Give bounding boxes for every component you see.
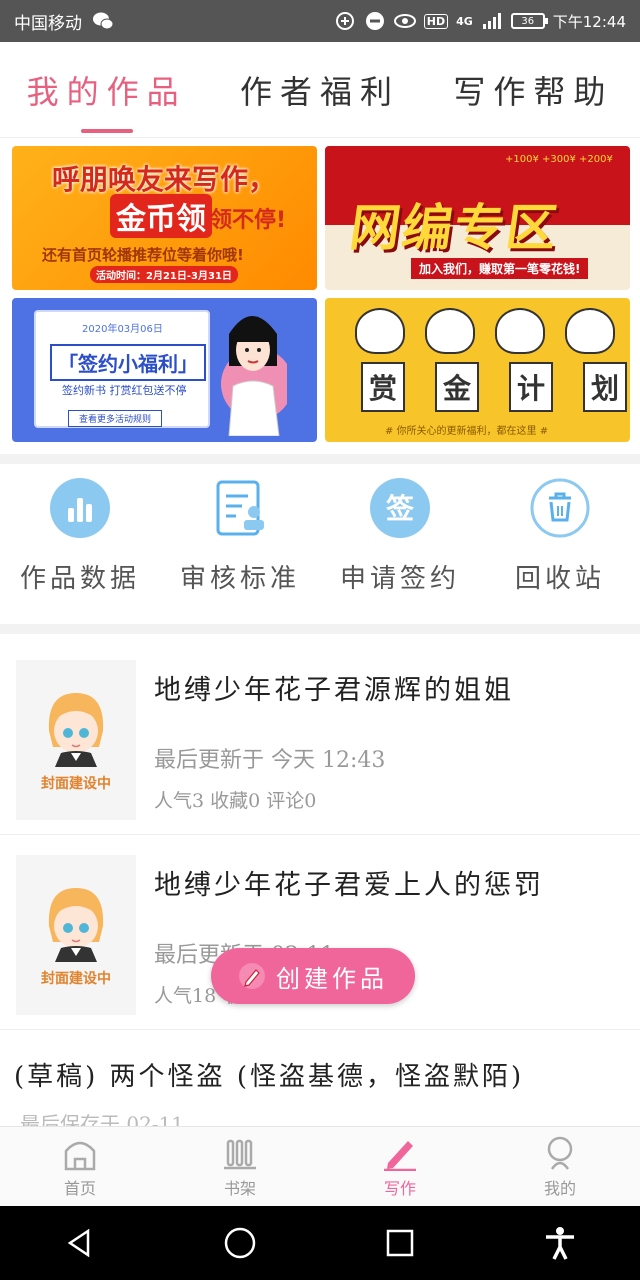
reward-char: 赏 xyxy=(361,362,405,412)
home-icon xyxy=(64,1141,96,1170)
sign-title: 「签约小福利」 xyxy=(50,344,206,381)
profile-icon xyxy=(547,1136,573,1170)
bar-chart-icon xyxy=(50,478,110,538)
nav-home[interactable]: 首页 xyxy=(0,1127,160,1206)
quick-work-data[interactable]: 作品数据 xyxy=(0,464,160,624)
network-label: 4G xyxy=(456,14,473,28)
reward-char: 划 xyxy=(583,362,627,412)
nav-label: 首页 xyxy=(63,1178,96,1198)
cat-icon xyxy=(355,308,405,354)
banner-invite-friends[interactable]: 呼朋唤友来写作， 金币领 领不停! 还有首页轮播推荐位等着你哦! 活动时间：2月… xyxy=(12,146,317,290)
do-not-disturb-icon xyxy=(364,10,386,32)
sign-sub: 签约新书 打赏红包送不停 xyxy=(62,384,187,397)
home-button[interactable] xyxy=(160,1226,320,1260)
work-cover: 封面建设中 xyxy=(16,855,136,1015)
sign-date: 2020年03月06日 xyxy=(82,324,163,335)
invite-time: 活动时间：2月21日-3月31日 xyxy=(90,266,238,283)
editor-marks: +100¥ +300¥ +200¥ xyxy=(505,154,613,165)
sign-more-link: 查看更多活动规则 xyxy=(68,410,163,427)
tab-author-benefits[interactable]: 作者福利 xyxy=(213,42,426,137)
svg-text:签: 签 xyxy=(386,492,414,525)
cat-icon xyxy=(425,308,475,354)
banner-sign-benefit[interactable]: 2020年03月06日 「签约小福利」 签约新书 打赏红包送不停 查看更多活动规… xyxy=(12,298,317,442)
back-triangle-icon xyxy=(67,1228,90,1258)
draft-title[interactable]: (草稿) 两个怪盗 (怪盗基德，怪盗默陌) xyxy=(14,1056,524,1093)
work-title: 地缚少年花子君爱上人的惩罚 xyxy=(154,870,544,901)
pencil-icon xyxy=(239,963,265,989)
create-work-button[interactable]: 创建作品 xyxy=(211,948,415,1004)
status-bar: 中国移动 HD 4G 36 下午12:44 xyxy=(0,0,640,42)
divider xyxy=(0,454,640,464)
reward-char: 金 xyxy=(435,362,479,412)
reward-char: 计 xyxy=(509,362,553,412)
banner-reward-plan[interactable]: 赏 金 计 划 # 你所关心的更新福利，都在这里 # xyxy=(325,298,630,442)
bookshelf-icon xyxy=(224,1139,256,1169)
wechat-icon xyxy=(92,10,114,32)
accessibility-button[interactable] xyxy=(480,1226,640,1260)
audit-document-icon xyxy=(210,478,270,538)
carrier-label: 中国移动 xyxy=(14,13,82,34)
cat-illustrations xyxy=(355,308,615,354)
reward-title: 赏 金 计 划 xyxy=(361,362,627,412)
nav-write[interactable]: 写作 xyxy=(320,1127,480,1206)
work-title: 地缚少年花子君源辉的姐姐 xyxy=(154,675,514,706)
invite-headline: 呼朋唤友来写作， xyxy=(52,163,277,196)
cover-caption: 封面建设中 xyxy=(41,971,111,987)
system-nav-bar xyxy=(0,1206,640,1280)
cat-icon xyxy=(565,308,615,354)
nav-label: 书架 xyxy=(223,1178,256,1198)
battery-icon: 36 xyxy=(510,13,548,29)
promo-banners: 呼朋唤友来写作， 金币领 领不停! 还有首页轮播推荐位等着你哦! 活动时间：2月… xyxy=(12,146,630,442)
editor-sub: 加入我们，赚取第一笔零花钱! xyxy=(411,258,589,279)
work-cover: 封面建设中 xyxy=(16,660,136,820)
editor-title: 网编专区 xyxy=(346,199,563,257)
invite-sub: 还有首页轮播推荐位等着你哦! xyxy=(42,246,244,264)
cat-icon xyxy=(495,308,545,354)
signal-icon xyxy=(481,10,503,32)
nav-label: 写作 xyxy=(383,1178,416,1198)
clock: 下午12:44 xyxy=(552,12,626,31)
sign-badge-icon: 签 xyxy=(370,478,430,538)
bottom-nav: 首页 书架 写作 我的 xyxy=(0,1126,640,1206)
create-work-label: 创建作品 xyxy=(276,964,388,993)
home-circle-icon xyxy=(224,1227,256,1259)
cover-caption: 封面建设中 xyxy=(41,776,111,792)
tab-my-works[interactable]: 我的作品 xyxy=(0,42,213,137)
trash-icon xyxy=(530,478,590,538)
eye-comfort-icon xyxy=(393,10,416,32)
back-button[interactable] xyxy=(0,1227,160,1259)
accessibility-icon xyxy=(546,1227,574,1260)
hd-badge: HD xyxy=(423,13,449,29)
invite-coin-suffix: 领不停! xyxy=(210,208,287,233)
anime-avatar-icon xyxy=(48,888,104,962)
add-circle-icon xyxy=(334,10,356,32)
recents-button[interactable] xyxy=(320,1228,480,1258)
quick-label: 审核标准 xyxy=(179,564,300,594)
quick-actions: 作品数据 审核标准 签 申请签约 回收站 xyxy=(0,464,640,624)
quick-recycle-bin[interactable]: 回收站 xyxy=(480,464,640,624)
work-stats: 人气3 收藏0 评论0 xyxy=(154,790,317,812)
quick-audit-standard[interactable]: 审核标准 xyxy=(160,464,320,624)
quick-label: 回收站 xyxy=(514,564,605,594)
anime-avatar-icon xyxy=(48,693,104,767)
quick-apply-sign[interactable]: 签 申请签约 xyxy=(320,464,480,624)
reward-foot: # 你所关心的更新福利，都在这里 # xyxy=(385,426,549,437)
nav-label: 我的 xyxy=(543,1178,576,1198)
divider xyxy=(0,624,640,634)
top-tabs: 我的作品 作者福利 写作帮助 xyxy=(0,42,640,138)
quick-label: 申请签约 xyxy=(339,564,460,594)
quick-label: 作品数据 xyxy=(19,564,140,594)
banner-editor-zone[interactable]: +100¥ +300¥ +200¥ 网编专区 加入我们，赚取第一笔零花钱! xyxy=(325,146,630,290)
tab-writing-help[interactable]: 写作帮助 xyxy=(427,42,640,137)
recents-square-icon xyxy=(386,1229,414,1257)
work-item[interactable]: 封面建设中 地缚少年花子君源辉的姐姐 最后更新于 今天 12:43 人气3 收藏… xyxy=(0,640,640,835)
nav-profile[interactable]: 我的 xyxy=(480,1127,640,1206)
pen-icon xyxy=(384,1140,416,1171)
girl-illustration-icon xyxy=(221,316,287,436)
nav-bookshelf[interactable]: 书架 xyxy=(160,1127,320,1206)
invite-coin: 金币领 xyxy=(110,194,212,238)
work-updated: 最后更新于 今天 12:43 xyxy=(154,748,386,773)
